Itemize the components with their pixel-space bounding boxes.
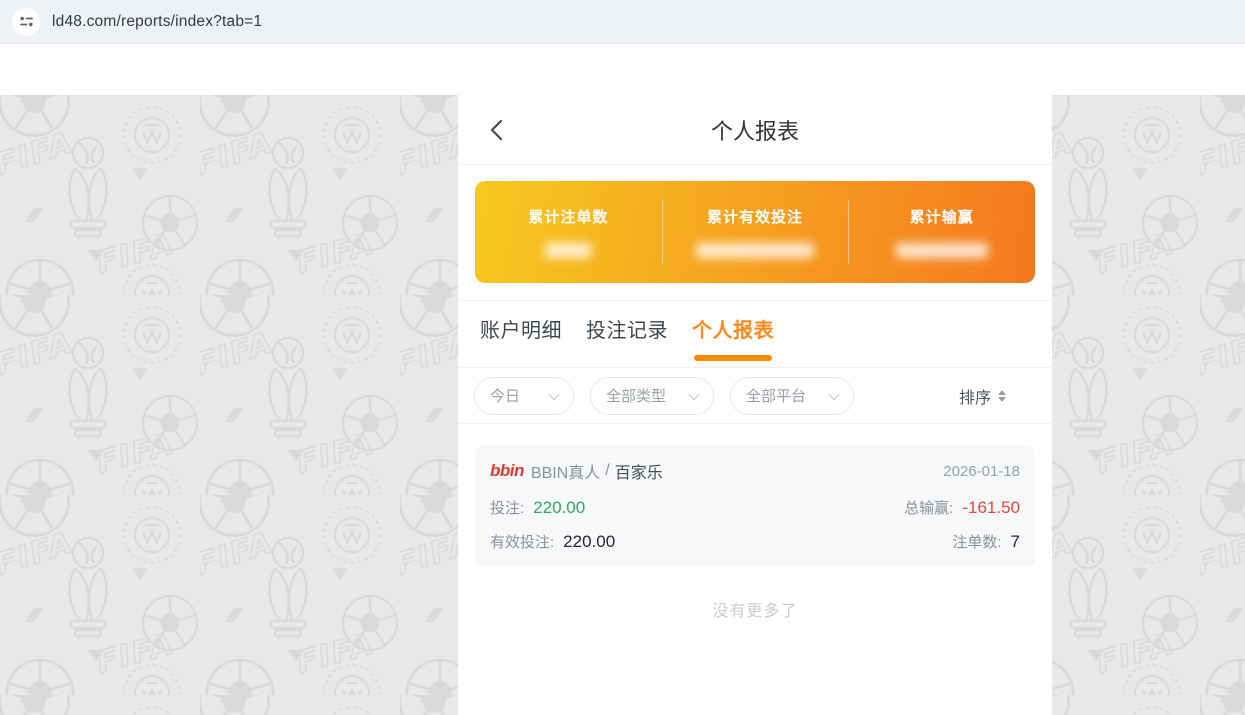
back-chevron-icon <box>489 119 503 141</box>
sort-icon <box>998 390 1006 402</box>
filter-platform-dropdown[interactable]: 全部平台 <box>730 377 854 415</box>
tab-bet-records[interactable]: 投注记录 <box>586 317 668 367</box>
valid-bet-label: 有效投注: <box>490 531 554 552</box>
summary-banner: 累计注单数 累计有效投注 累计输赢 <box>475 181 1035 283</box>
summary-label: 累计有效投注 <box>707 206 803 227</box>
chevron-down-icon <box>688 388 699 399</box>
masked-value <box>696 243 814 258</box>
chevron-down-icon <box>548 388 559 399</box>
summary-label: 累计注单数 <box>528 206 608 227</box>
valid-bet-value: 220.00 <box>563 532 615 552</box>
record-separator: / <box>605 462 609 480</box>
bet-label: 投注: <box>490 497 524 518</box>
bet-value: 220.00 <box>533 498 585 518</box>
sort-label: 排序 <box>959 384 991 408</box>
browser-url-bar[interactable]: ld48.com/reports/index?tab=1 <box>0 0 1245 44</box>
filter-date-dropdown[interactable]: 今日 <box>474 377 574 415</box>
masked-value <box>545 243 591 258</box>
filter-date-label: 今日 <box>490 385 520 406</box>
summary-bet-count: 累计注单数 <box>475 206 662 258</box>
filter-type-label: 全部类型 <box>606 385 666 406</box>
winloss-value: -161.50 <box>962 498 1020 518</box>
app-column: 个人报表 累计注单数 累计有效投注 累计输赢 账户明细 投注记录 个人报表 <box>458 95 1052 715</box>
bet-count-value: 7 <box>1011 532 1020 552</box>
summary-winloss: 累计输赢 <box>848 206 1035 258</box>
sort-button[interactable]: 排序 <box>959 384 1006 408</box>
back-button[interactable] <box>489 119 503 141</box>
summary-valid-bets: 累计有效投注 <box>662 206 849 258</box>
app-header: 个人报表 <box>458 95 1052 165</box>
page-title: 个人报表 <box>711 114 799 146</box>
tab-account-details[interactable]: 账户明细 <box>480 317 562 367</box>
record-list: bbin BBIN真人 / 百家乐 2026-01-18 投注: 220.00 … <box>458 424 1052 621</box>
filter-type-dropdown[interactable]: 全部类型 <box>590 377 714 415</box>
screen: ld48.com/reports/index?tab=1 <box>0 0 1245 715</box>
url-text[interactable]: ld48.com/reports/index?tab=1 <box>52 13 262 31</box>
site-settings-icon[interactable] <box>12 8 40 36</box>
bbin-logo: bbin <box>490 461 524 481</box>
filter-platform-label: 全部平台 <box>746 385 806 406</box>
record-game: 百家乐 <box>615 459 663 483</box>
winloss-label: 总输赢: <box>904 497 953 518</box>
tab-bar: 账户明细 投注记录 个人报表 <box>458 301 1052 368</box>
filter-row: 今日 全部类型 全部平台 排序 <box>458 368 1052 424</box>
masked-value <box>896 243 988 258</box>
chevron-down-icon <box>828 388 839 399</box>
record-provider: BBIN真人 <box>531 459 600 483</box>
summary-label: 累计输赢 <box>910 206 974 227</box>
bet-count-label: 注单数: <box>952 531 1001 552</box>
record-date: 2026-01-18 <box>943 463 1020 480</box>
record-card[interactable]: bbin BBIN真人 / 百家乐 2026-01-18 投注: 220.00 … <box>475 445 1035 567</box>
no-more-text: 没有更多了 <box>475 597 1035 621</box>
tab-personal-report[interactable]: 个人报表 <box>692 317 774 367</box>
